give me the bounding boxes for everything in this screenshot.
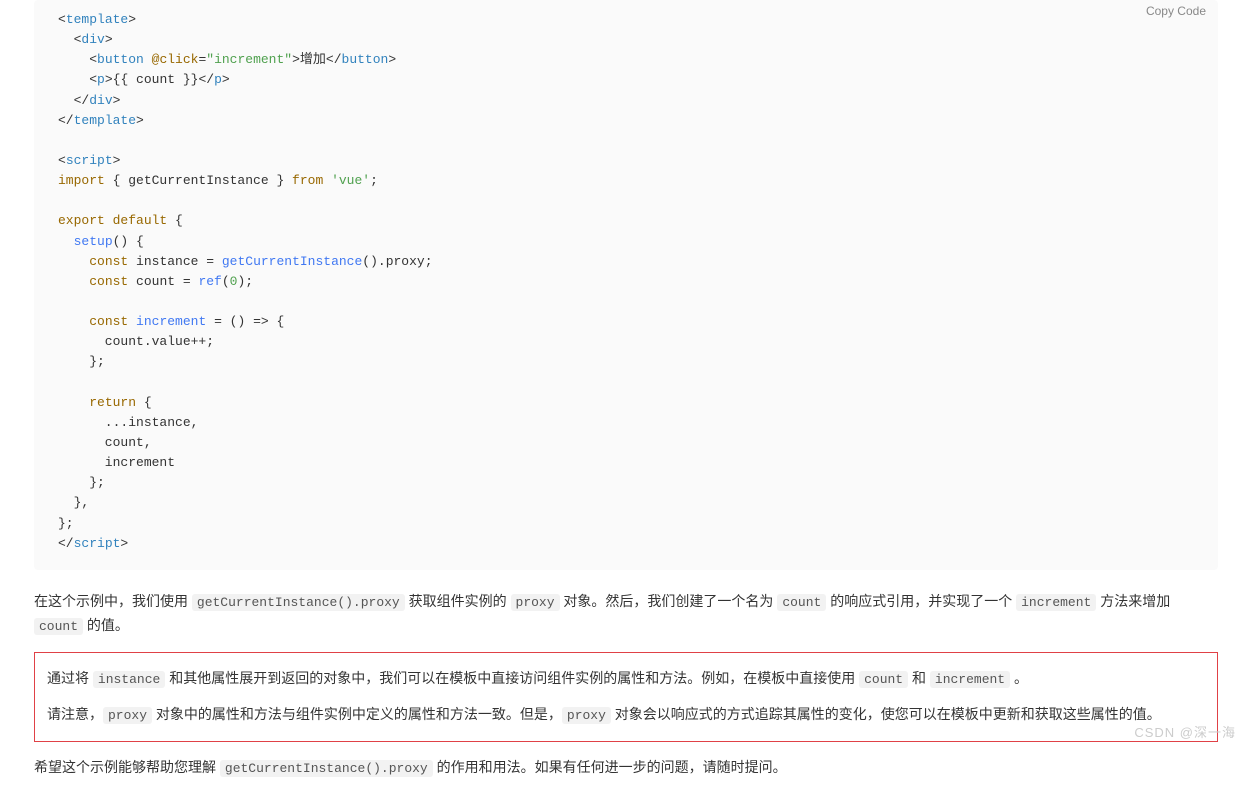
code-content: <template> <div> <button @click="increme…: [58, 10, 1194, 554]
inline-code: count: [777, 594, 826, 611]
inline-code: proxy: [103, 707, 152, 724]
inline-code: proxy: [511, 594, 560, 611]
paragraph-4: 希望这个示例能够帮助您理解 getCurrentInstance().proxy…: [34, 756, 1218, 780]
code-block: Copy Code <template> <div> <button @clic…: [34, 0, 1218, 570]
paragraph-3: 请注意，proxy 对象中的属性和方法与组件实例中定义的属性和方法一致。但是，p…: [47, 703, 1205, 727]
inline-code: proxy: [562, 707, 611, 724]
copy-code-button[interactable]: Copy Code: [1146, 4, 1206, 18]
paragraph-1: 在这个示例中，我们使用 getCurrentInstance().proxy 获…: [34, 590, 1218, 638]
inline-code: increment: [1016, 594, 1096, 611]
inline-code: increment: [930, 671, 1010, 688]
paragraph-2: 通过将 instance 和其他属性展开到返回的对象中，我们可以在模板中直接访问…: [47, 667, 1205, 691]
inline-code: getCurrentInstance().proxy: [220, 760, 433, 777]
watermark-text: CSDN @深一海: [1134, 722, 1236, 741]
inline-code: getCurrentInstance().proxy: [192, 594, 405, 611]
inline-code: count: [859, 671, 908, 688]
inline-code: instance: [93, 671, 165, 688]
highlight-box: 通过将 instance 和其他属性展开到返回的对象中，我们可以在模板中直接访问…: [34, 652, 1218, 742]
inline-code: count: [34, 618, 83, 635]
